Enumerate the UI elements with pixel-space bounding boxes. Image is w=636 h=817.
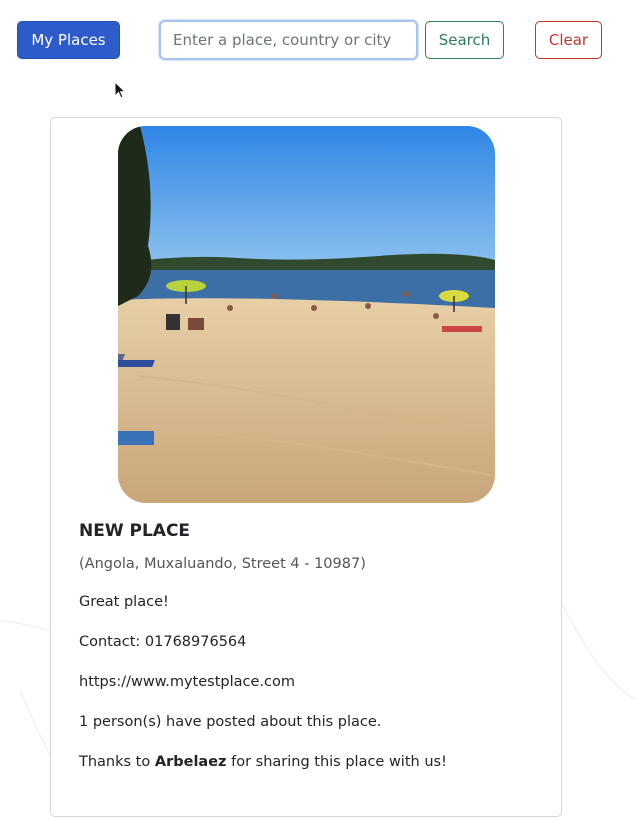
- search-button[interactable]: Search: [425, 21, 504, 59]
- clear-button[interactable]: Clear: [535, 21, 602, 59]
- place-post-count: 1 person(s) have posted about this place…: [79, 714, 382, 730]
- place-contact: Contact: 01768976564: [79, 634, 247, 650]
- place-description: Great place!: [79, 594, 169, 610]
- search-input[interactable]: [159, 20, 418, 60]
- credits-suffix: for sharing this place with us!: [231, 754, 447, 770]
- place-title: NEW PLACE: [79, 521, 191, 541]
- author-name: Arbelaez: [154, 754, 227, 770]
- my-places-button[interactable]: My Places: [17, 21, 120, 59]
- place-photo: [118, 126, 495, 503]
- place-details: NEW PLACE (Angola, Muxaluando, Street 4 …: [79, 518, 541, 790]
- place-address: (Angola, Muxaluando, Street 4 - 10987): [79, 556, 366, 572]
- mouse-pointer-icon: [114, 81, 127, 99]
- place-credits: Thanks to Arbelaez for sharing this plac…: [79, 750, 541, 790]
- place-card: NEW PLACE (Angola, Muxaluando, Street 4 …: [50, 117, 562, 817]
- place-website: https://www.mytestplace.com: [79, 674, 295, 690]
- credits-prefix: Thanks to: [79, 754, 151, 770]
